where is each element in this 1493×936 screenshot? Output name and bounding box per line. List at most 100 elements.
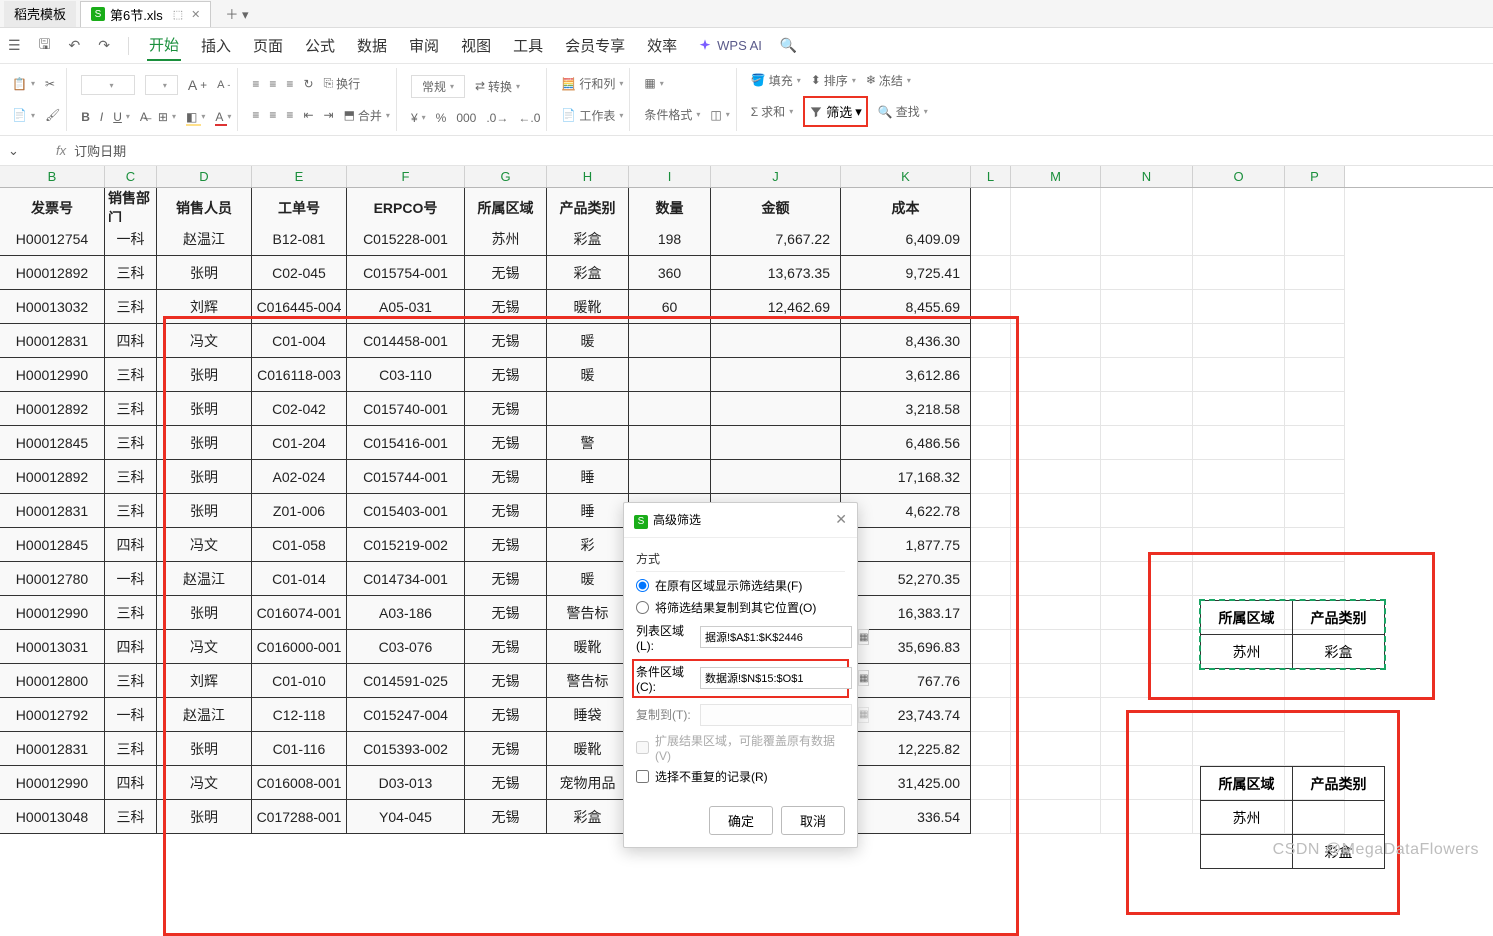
col-header[interactable]: E [252,166,347,187]
cell[interactable]: 三科 [105,732,157,766]
cell[interactable]: H00012990 [0,358,105,392]
cell[interactable]: 彩盒 [547,222,629,256]
cell[interactable]: 警告标 [547,596,629,630]
menu-page[interactable]: 页面 [251,31,285,60]
save-icon[interactable]: 🖫 [39,34,51,58]
cell[interactable]: 警告标 [547,664,629,698]
cell[interactable] [629,392,711,426]
col-header[interactable]: H [547,166,629,187]
cell[interactable]: 张明 [157,426,252,460]
border-button[interactable]: ⊞▾ [158,110,176,124]
sum-button[interactable]: Σ 求和▾ [751,103,793,120]
cell[interactable]: 12,225.82 [841,732,971,766]
rowcol-button[interactable]: 🧮 行和列▾ [561,75,623,92]
number-format-select[interactable]: 常规▾ [411,75,465,98]
cell[interactable]: 彩盒 [547,800,629,834]
cell[interactable]: C015744-001 [347,460,465,494]
cell[interactable]: 3,218.58 [841,392,971,426]
radio-show-inplace[interactable] [636,579,649,592]
cell[interactable]: 四科 [105,630,157,664]
cell[interactable]: 12,462.69 [711,290,841,324]
cell[interactable]: 336.54 [841,800,971,834]
cell[interactable]: C01-116 [252,732,347,766]
fill-button[interactable]: 🪣 填充▾ [751,72,801,89]
format-painter-button[interactable]: 🖌 [45,108,60,122]
cell[interactable]: 无锡 [465,324,547,358]
cell[interactable]: 冯文 [157,528,252,562]
cell[interactable]: 3,612.86 [841,358,971,392]
col-header[interactable]: M [1011,166,1101,187]
cell[interactable]: C015247-004 [347,698,465,732]
font-select[interactable]: ▾ [81,75,134,95]
cell[interactable]: H00012892 [0,392,105,426]
fill-color-button[interactable]: ◧▾ [186,110,205,124]
cell[interactable] [547,392,629,426]
cell[interactable]: 彩 [547,528,629,562]
cell[interactable]: H00013032 [0,290,105,324]
cell[interactable]: 无锡 [465,528,547,562]
currency-button[interactable]: ¥▾ [411,111,426,125]
cell[interactable]: 张明 [157,460,252,494]
copy-button[interactable]: 📄▾ [12,108,35,122]
cell[interactable]: 无锡 [465,766,547,800]
cell[interactable]: 无锡 [465,494,547,528]
cond-format-button[interactable]: 条件格式▾ [644,106,700,123]
cell[interactable]: 三科 [105,358,157,392]
percent-button[interactable]: % [436,111,447,125]
cell[interactable]: 16,383.17 [841,596,971,630]
cell[interactable] [629,426,711,460]
cell[interactable] [711,358,841,392]
cell[interactable]: 无锡 [465,698,547,732]
cell[interactable]: 赵温江 [157,698,252,732]
cell[interactable]: C01-204 [252,426,347,460]
wrap-text-button[interactable]: ⎘ 换行 [324,75,361,92]
cell[interactable]: 张明 [157,800,252,834]
table-style-button[interactable]: ▦▾ [644,76,663,90]
menu-data[interactable]: 数据 [355,31,389,60]
menu-insert[interactable]: 插入 [199,31,233,60]
cell[interactable]: 4,622.78 [841,494,971,528]
cell[interactable]: 冯文 [157,630,252,664]
cell[interactable]: 9,725.41 [841,256,971,290]
cell[interactable]: 52,270.35 [841,562,971,596]
cell[interactable]: 无锡 [465,256,547,290]
cell[interactable]: 暖靴 [547,630,629,664]
doc-tab-active[interactable]: S 第6节.xls ⬚ ✕ [80,1,211,27]
cell[interactable]: 警 [547,426,629,460]
cell[interactable]: 无锡 [465,460,547,494]
cell[interactable]: Z01-006 [252,494,347,528]
cell[interactable]: C015403-001 [347,494,465,528]
cell[interactable]: 无锡 [465,358,547,392]
col-header[interactable]: J [711,166,841,187]
new-tab-button[interactable]: ＋ ▾ [215,4,258,23]
col-header[interactable]: O [1193,166,1285,187]
cell[interactable]: C016445-004 [252,290,347,324]
italic-button[interactable]: I [100,110,103,124]
cell[interactable] [629,460,711,494]
cell[interactable]: 360 [629,256,711,290]
cell[interactable]: 三科 [105,460,157,494]
convert-button[interactable]: ⇄ 转换▾ [475,78,520,95]
col-header[interactable]: G [465,166,547,187]
cell[interactable]: 三科 [105,800,157,834]
cell[interactable]: 张明 [157,392,252,426]
align-middle[interactable]: ≡ [269,77,276,91]
cell[interactable]: 睡袋 [547,698,629,732]
search-menu-icon[interactable]: 🔍 [780,37,797,54]
cell[interactable]: 张明 [157,256,252,290]
cell[interactable]: 无锡 [465,290,547,324]
pin-icon[interactable]: ⬚ [173,8,183,21]
cell[interactable]: 三科 [105,426,157,460]
worksheet-button[interactable]: 📄 工作表▾ [561,107,623,124]
formula-input[interactable]: 订购日期 [74,141,126,160]
wps-ai-button[interactable]: WPS AI [697,38,762,54]
menu-tools[interactable]: 工具 [511,31,545,60]
cell[interactable]: 暖 [547,562,629,596]
cell[interactable]: 彩盒 [547,256,629,290]
col-header[interactable]: F [347,166,465,187]
list-range-input[interactable] [700,626,852,648]
cell[interactable]: 暖 [547,324,629,358]
col-header[interactable]: C [105,166,157,187]
cell[interactable]: 张明 [157,732,252,766]
name-box[interactable]: ⌄ [8,143,48,159]
